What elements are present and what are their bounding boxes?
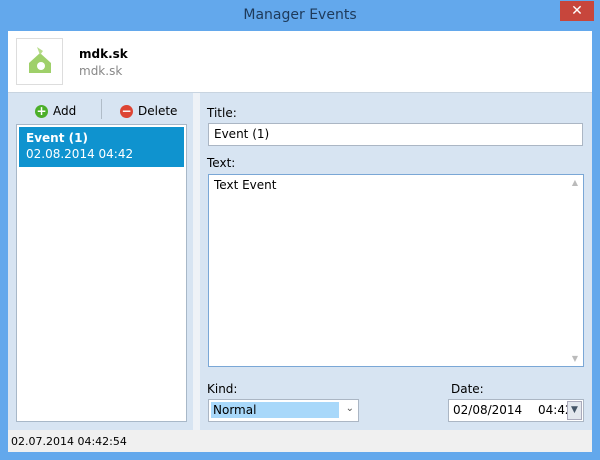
text-area[interactable]: Text Event ▲ ▼ [208, 174, 584, 367]
header: mdk.sk mdk.sk [8, 31, 592, 93]
add-button[interactable]: + Add [35, 102, 76, 120]
splitter[interactable] [193, 93, 200, 430]
main-body: + Add − Delete Event (1) 02.08.2014 04:4… [8, 93, 592, 430]
vertical-scrollbar[interactable]: ▲ ▼ [568, 176, 582, 365]
event-date: 02.08.2014 04:42 [26, 147, 134, 161]
chevron-down-icon[interactable]: ▼ [567, 401, 582, 420]
toolbar-separator [101, 99, 102, 119]
delete-button[interactable]: − Delete [120, 102, 177, 120]
app-logo [16, 38, 63, 85]
header-subtitle: mdk.sk [79, 64, 123, 78]
date-label: Date: [451, 382, 484, 396]
kind-label: Kind: [207, 382, 238, 396]
header-name: mdk.sk [79, 47, 128, 61]
date-value: 02/08/2014 [453, 403, 523, 417]
text-label: Text: [207, 156, 236, 170]
kind-value: Normal [211, 402, 339, 418]
window-title: Manager Events [243, 7, 357, 23]
status-bar: 02.07.2014 04:42:54 [8, 430, 592, 452]
text-value: Text Event [214, 178, 277, 192]
kind-select[interactable]: Normal ⌄ [208, 399, 359, 422]
plus-icon: + [35, 103, 48, 118]
event-list[interactable]: Event (1) 02.08.2014 04:42 [16, 124, 187, 422]
list-item[interactable]: Event (1) 02.08.2014 04:42 [19, 127, 184, 167]
minus-icon: − [120, 103, 133, 118]
chevron-down-icon: ⌄ [345, 403, 354, 414]
event-title: Event (1) [26, 131, 88, 145]
title-bar: Manager Events ✕ [0, 0, 600, 31]
title-label: Title: [207, 106, 237, 120]
close-button[interactable]: ✕ [560, 1, 594, 21]
add-label: Add [53, 104, 77, 118]
title-input[interactable]: Event (1) [208, 123, 583, 146]
delete-label: Delete [138, 104, 178, 118]
date-picker[interactable]: 02/08/2014 04:42 ▼ [448, 399, 584, 422]
